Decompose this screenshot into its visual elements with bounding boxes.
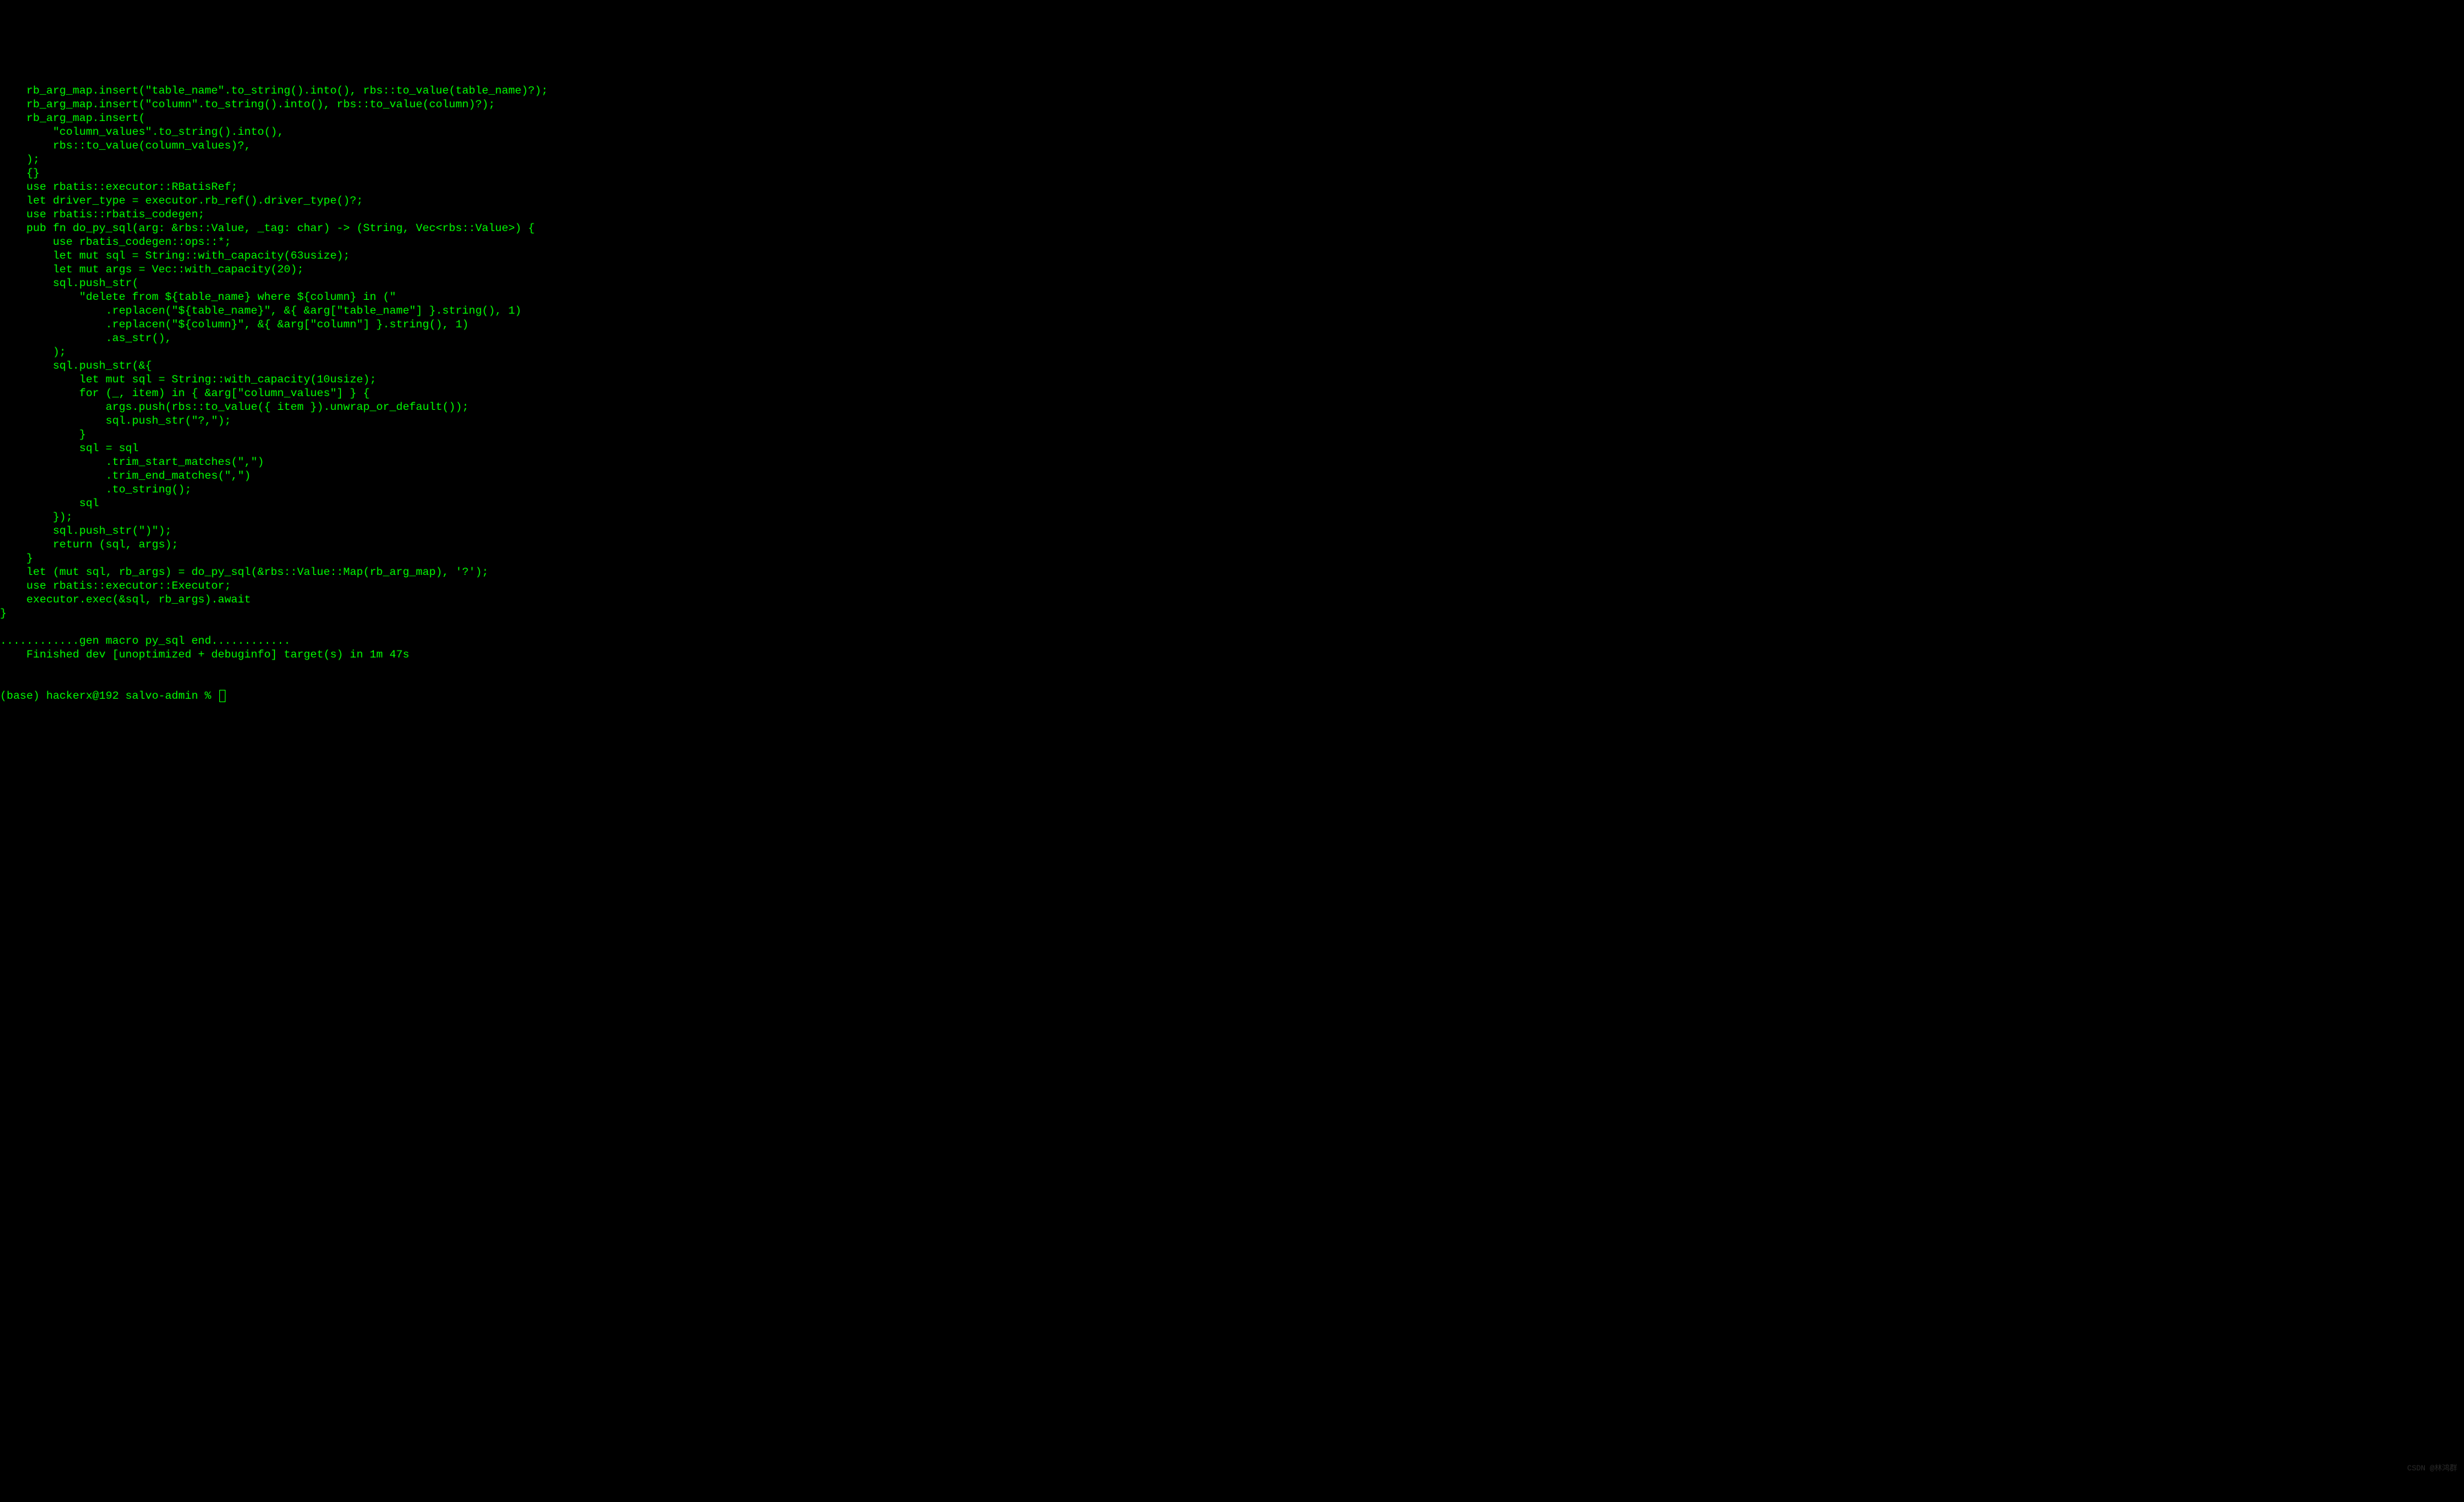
cursor: [219, 690, 226, 702]
code-line: [0, 620, 2464, 634]
code-line: rb_arg_map.insert("table_name".to_string…: [0, 84, 2464, 98]
code-line: let mut sql = String::with_capacity(63us…: [0, 249, 2464, 263]
code-line: }: [0, 552, 2464, 565]
code-line: rb_arg_map.insert("column".to_string().i…: [0, 98, 2464, 111]
prompt-line: (base) hackerx@192 salvo-admin %: [0, 689, 2464, 703]
code-line: "delete from ${table_name} where ${colum…: [0, 290, 2464, 304]
code-line: let (mut sql, rb_args) = do_py_sql(&rbs:…: [0, 565, 2464, 579]
code-line: use rbatis::executor::Executor;: [0, 579, 2464, 593]
code-line: });: [0, 510, 2464, 524]
code-line: ............gen macro py_sql end........…: [0, 634, 2464, 648]
code-line: use rbatis::rbatis_codegen;: [0, 208, 2464, 221]
code-line: .trim_start_matches(","): [0, 455, 2464, 469]
code-line: sql.push_str(: [0, 276, 2464, 290]
code-line: sql.push_str(")");: [0, 524, 2464, 538]
code-line: }: [0, 428, 2464, 442]
terminal-output[interactable]: rb_arg_map.insert("table_name".to_string…: [0, 55, 2464, 718]
watermark-text: CSDN @林鸿群: [2407, 1465, 2457, 1474]
code-line: args.push(rbs::to_value({ item }).unwrap…: [0, 400, 2464, 414]
code-line: let driver_type = executor.rb_ref().driv…: [0, 194, 2464, 208]
code-line: .to_string();: [0, 483, 2464, 497]
code-line: }: [0, 607, 2464, 620]
code-line: sql.push_str(&{: [0, 359, 2464, 373]
code-line: .trim_end_matches(","): [0, 469, 2464, 483]
code-line: .as_str(),: [0, 331, 2464, 345]
code-line: let mut args = Vec::with_capacity(20);: [0, 263, 2464, 276]
code-line: .replacen("${column}", &{ &arg["column"]…: [0, 318, 2464, 331]
code-line: rbs::to_value(column_values)?,: [0, 139, 2464, 153]
code-line: sql: [0, 497, 2464, 510]
code-line: executor.exec(&sql, rb_args).await: [0, 593, 2464, 607]
code-line: for (_, item) in { &arg["column_values"]…: [0, 387, 2464, 400]
code-line: return (sql, args);: [0, 538, 2464, 552]
code-block: rb_arg_map.insert("table_name".to_string…: [0, 84, 2464, 662]
code-line: {}: [0, 166, 2464, 180]
code-line: let mut sql = String::with_capacity(10us…: [0, 373, 2464, 387]
code-line: Finished dev [unoptimized + debuginfo] t…: [0, 648, 2464, 662]
code-line: .replacen("${table_name}", &{ &arg["tabl…: [0, 304, 2464, 318]
code-line: use rbatis::executor::RBatisRef;: [0, 180, 2464, 194]
code-line: use rbatis_codegen::ops::*;: [0, 235, 2464, 249]
code-line: rb_arg_map.insert(: [0, 111, 2464, 125]
code-line: "column_values".to_string().into(),: [0, 125, 2464, 139]
shell-prompt: (base) hackerx@192 salvo-admin %: [0, 690, 218, 702]
code-line: sql = sql: [0, 442, 2464, 455]
code-line: );: [0, 345, 2464, 359]
code-line: );: [0, 153, 2464, 166]
code-line: sql.push_str("?,");: [0, 414, 2464, 428]
code-line: pub fn do_py_sql(arg: &rbs::Value, _tag:…: [0, 221, 2464, 235]
